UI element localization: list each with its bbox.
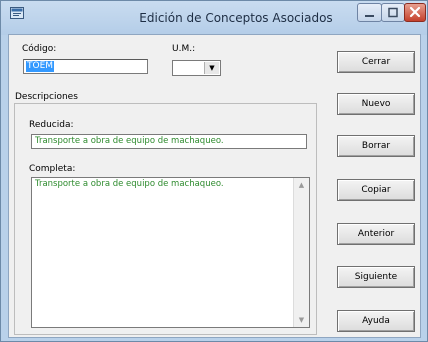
ayuda-button[interactable]: Ayuda bbox=[337, 310, 415, 332]
minimize-button[interactable] bbox=[357, 3, 382, 22]
completa-textarea[interactable]: Transporte a obra de equipo de machaqueo… bbox=[31, 177, 310, 328]
reducida-input[interactable]: Transporte a obra de equipo de machaqueo… bbox=[31, 134, 307, 149]
borrar-button[interactable]: Borrar bbox=[337, 135, 415, 157]
maximize-button[interactable] bbox=[381, 3, 405, 22]
dialog-client-area: Código: TOEM U.M.: ▼ Descripciones Reduc… bbox=[8, 34, 421, 338]
siguiente-button[interactable]: Siguiente bbox=[337, 266, 415, 288]
codigo-value: TOEM bbox=[26, 61, 55, 72]
minimize-icon bbox=[365, 15, 374, 17]
codigo-label: Código: bbox=[22, 44, 57, 54]
codigo-input[interactable]: TOEM bbox=[23, 59, 148, 74]
title-bar[interactable]: Edición de Conceptos Asociados bbox=[1, 1, 427, 35]
completa-value: Transporte a obra de equipo de machaqueo… bbox=[35, 179, 224, 189]
scroll-down-icon[interactable]: ▼ bbox=[294, 313, 309, 327]
vertical-scrollbar[interactable]: ▲ ▼ bbox=[293, 178, 309, 327]
reducida-label: Reducida: bbox=[29, 120, 74, 130]
cerrar-button[interactable]: Cerrar bbox=[337, 51, 415, 73]
completa-label: Completa: bbox=[29, 164, 76, 174]
scroll-up-icon[interactable]: ▲ bbox=[294, 178, 309, 192]
copiar-button[interactable]: Copiar bbox=[337, 179, 415, 201]
um-dropdown[interactable]: ▼ bbox=[172, 60, 221, 76]
dialog-window: Edición de Conceptos Asociados Código: T… bbox=[0, 0, 428, 342]
descripciones-label: Descripciones bbox=[15, 92, 78, 102]
window-title: Edición de Conceptos Asociados bbox=[139, 11, 333, 25]
close-button[interactable] bbox=[404, 3, 426, 22]
nuevo-button[interactable]: Nuevo bbox=[337, 93, 415, 115]
um-label: U.M.: bbox=[172, 44, 196, 54]
reducida-value: Transporte a obra de equipo de machaqueo… bbox=[35, 136, 224, 146]
app-window-icon bbox=[10, 7, 24, 19]
chevron-down-icon[interactable]: ▼ bbox=[204, 62, 219, 74]
close-icon bbox=[409, 6, 421, 18]
maximize-icon bbox=[388, 7, 398, 18]
anterior-button[interactable]: Anterior bbox=[337, 223, 415, 245]
